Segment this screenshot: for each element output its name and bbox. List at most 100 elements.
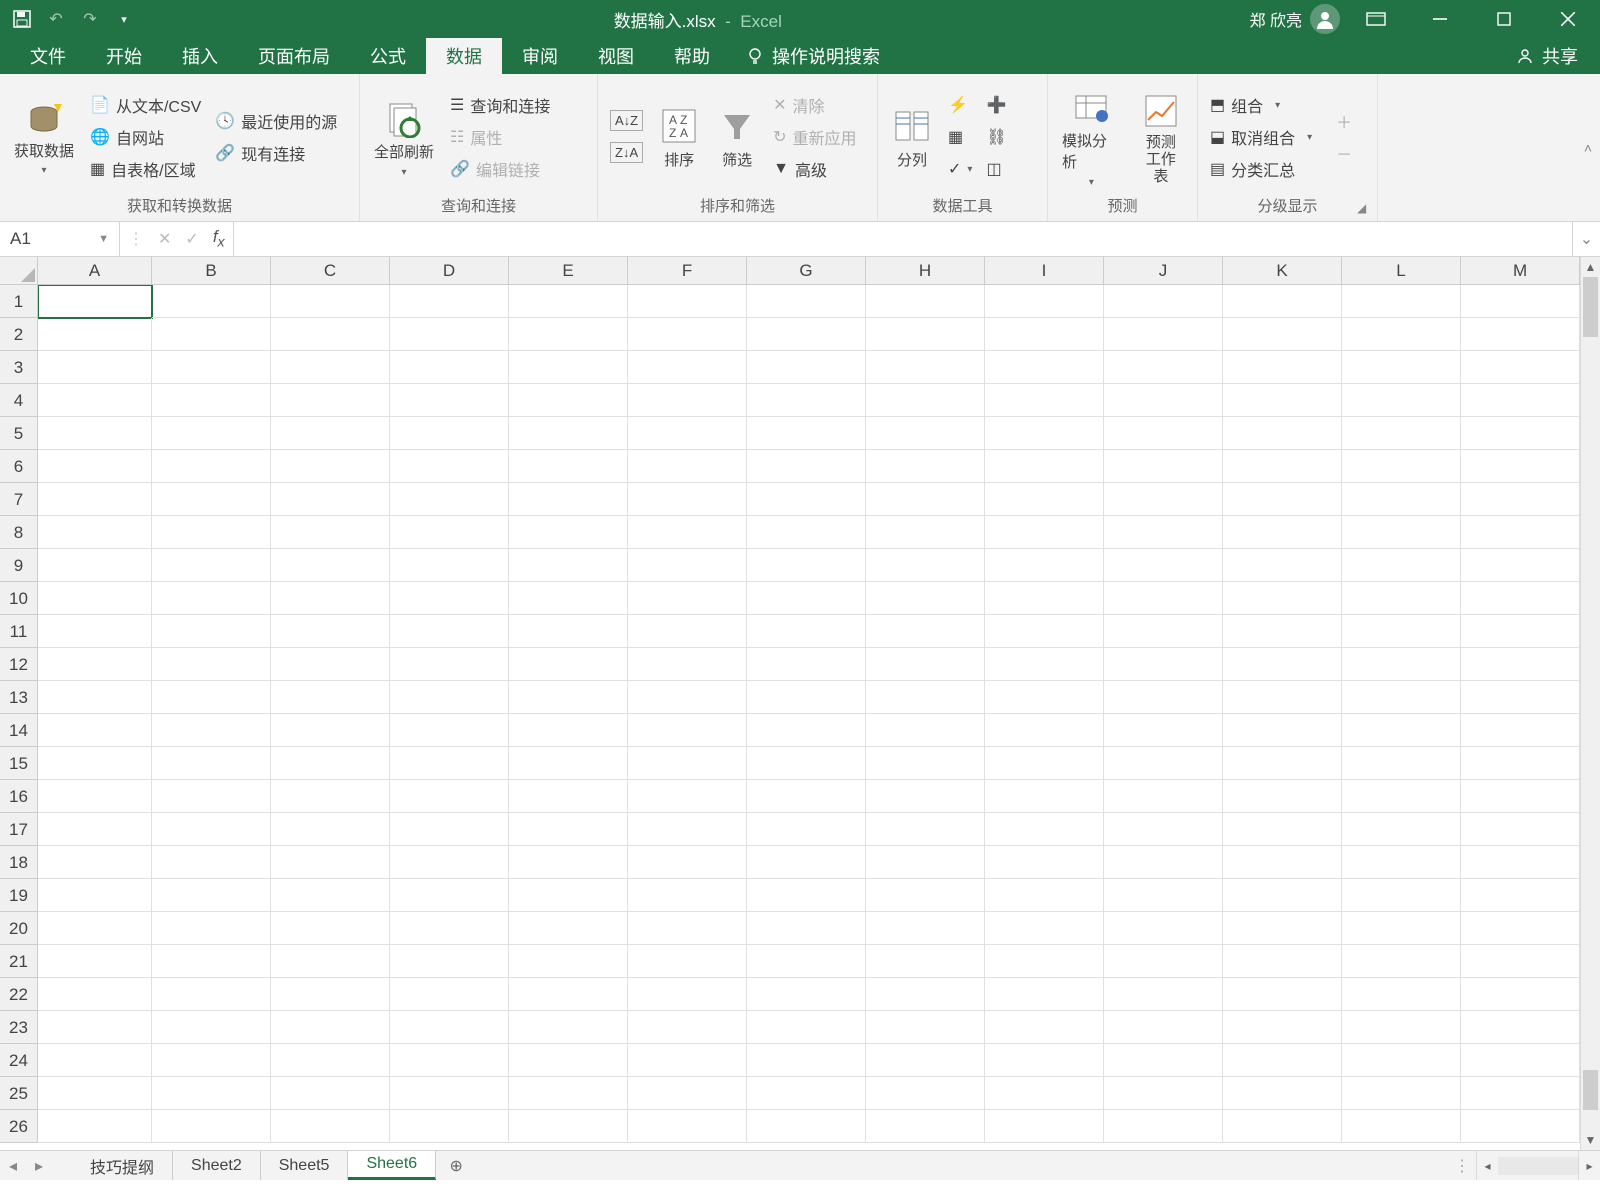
cell[interactable] — [1461, 516, 1580, 549]
cell[interactable] — [152, 450, 271, 483]
cell[interactable] — [1104, 945, 1223, 978]
cell[interactable] — [271, 285, 390, 318]
cell[interactable] — [390, 912, 509, 945]
cell[interactable] — [985, 318, 1104, 351]
sheet-tab[interactable]: Sheet5 — [261, 1151, 349, 1180]
cell[interactable] — [1104, 582, 1223, 615]
cell[interactable] — [390, 615, 509, 648]
cell[interactable] — [38, 978, 152, 1011]
from-web-button[interactable]: 🌐自网站 — [86, 122, 205, 152]
collapse-ribbon-icon[interactable]: ˄ — [1584, 140, 1592, 156]
text-to-columns-button[interactable]: 分列 — [886, 104, 938, 170]
cell[interactable] — [628, 417, 747, 450]
cell[interactable] — [509, 648, 628, 681]
cell[interactable] — [1342, 648, 1461, 681]
cell[interactable] — [271, 549, 390, 582]
cell[interactable] — [1104, 1044, 1223, 1077]
cell[interactable] — [1461, 351, 1580, 384]
chevron-down-icon[interactable]: ▼ — [98, 233, 109, 245]
row-header[interactable]: 6 — [0, 450, 38, 483]
cell[interactable] — [866, 582, 985, 615]
cell[interactable] — [628, 813, 747, 846]
cell[interactable] — [1223, 417, 1342, 450]
cell[interactable] — [1104, 780, 1223, 813]
cell[interactable] — [1461, 879, 1580, 912]
cell[interactable] — [1104, 549, 1223, 582]
row-header[interactable]: 7 — [0, 483, 38, 516]
cell[interactable] — [747, 846, 866, 879]
cell[interactable] — [390, 978, 509, 1011]
cell[interactable] — [152, 780, 271, 813]
queries-connections-button[interactable]: ☰查询和连接 — [446, 90, 554, 120]
row-header[interactable]: 18 — [0, 846, 38, 879]
cell[interactable] — [38, 1077, 152, 1110]
cell[interactable] — [985, 516, 1104, 549]
cell[interactable] — [1223, 318, 1342, 351]
cell[interactable] — [152, 1077, 271, 1110]
cell[interactable] — [747, 714, 866, 747]
cell[interactable] — [38, 450, 152, 483]
cell[interactable] — [152, 1110, 271, 1143]
cell[interactable] — [866, 714, 985, 747]
cell[interactable] — [509, 285, 628, 318]
maximize-icon[interactable] — [1476, 0, 1532, 38]
cell[interactable] — [1223, 945, 1342, 978]
cell[interactable] — [38, 351, 152, 384]
tab-formulas[interactable]: 公式 — [350, 38, 426, 74]
cell[interactable] — [985, 648, 1104, 681]
row-header[interactable]: 19 — [0, 879, 38, 912]
cell[interactable] — [271, 1110, 390, 1143]
cell[interactable] — [509, 384, 628, 417]
cell[interactable] — [152, 285, 271, 318]
row-header[interactable]: 20 — [0, 912, 38, 945]
cell[interactable] — [1104, 648, 1223, 681]
cell[interactable] — [152, 318, 271, 351]
cell[interactable] — [1461, 648, 1580, 681]
cell[interactable] — [1342, 780, 1461, 813]
scroll-thumb[interactable] — [1583, 277, 1598, 337]
select-all-button[interactable] — [0, 257, 38, 285]
cell[interactable] — [152, 681, 271, 714]
refresh-all-button[interactable]: 全部刷新 ▾ — [368, 96, 440, 178]
cell[interactable] — [1342, 549, 1461, 582]
cell[interactable] — [38, 582, 152, 615]
column-header[interactable]: I — [985, 257, 1104, 285]
cell[interactable] — [985, 351, 1104, 384]
cell[interactable] — [152, 879, 271, 912]
cell[interactable] — [1342, 615, 1461, 648]
cell[interactable] — [747, 681, 866, 714]
cell[interactable] — [1461, 582, 1580, 615]
cell[interactable] — [747, 417, 866, 450]
cell[interactable] — [1342, 384, 1461, 417]
cells-area[interactable] — [38, 285, 1580, 1150]
cell[interactable] — [38, 384, 152, 417]
cell[interactable] — [1104, 1110, 1223, 1143]
cell[interactable] — [985, 780, 1104, 813]
cell[interactable] — [985, 1044, 1104, 1077]
row-header[interactable]: 21 — [0, 945, 38, 978]
cell[interactable] — [1342, 516, 1461, 549]
redo-icon[interactable]: ↷ — [78, 7, 102, 31]
cell[interactable] — [1223, 516, 1342, 549]
column-header[interactable]: D — [390, 257, 509, 285]
cell[interactable] — [628, 714, 747, 747]
cell[interactable] — [866, 450, 985, 483]
existing-connections-button[interactable]: 🔗现有连接 — [211, 138, 341, 168]
cell[interactable] — [866, 417, 985, 450]
cell[interactable] — [1461, 945, 1580, 978]
cell[interactable] — [747, 1110, 866, 1143]
row-header[interactable]: 16 — [0, 780, 38, 813]
cell[interactable] — [1104, 1011, 1223, 1044]
cell[interactable] — [747, 747, 866, 780]
horizontal-scrollbar[interactable]: ⋮ ◂ ▸ — [1448, 1151, 1600, 1180]
cell[interactable] — [152, 615, 271, 648]
cell[interactable] — [152, 516, 271, 549]
cell[interactable] — [271, 912, 390, 945]
sort-asc-button[interactable]: A↓Z — [606, 106, 647, 136]
cell[interactable] — [1342, 846, 1461, 879]
cell[interactable] — [38, 1011, 152, 1044]
cell[interactable] — [747, 978, 866, 1011]
cell[interactable] — [390, 648, 509, 681]
cell[interactable] — [38, 747, 152, 780]
cell[interactable] — [985, 483, 1104, 516]
